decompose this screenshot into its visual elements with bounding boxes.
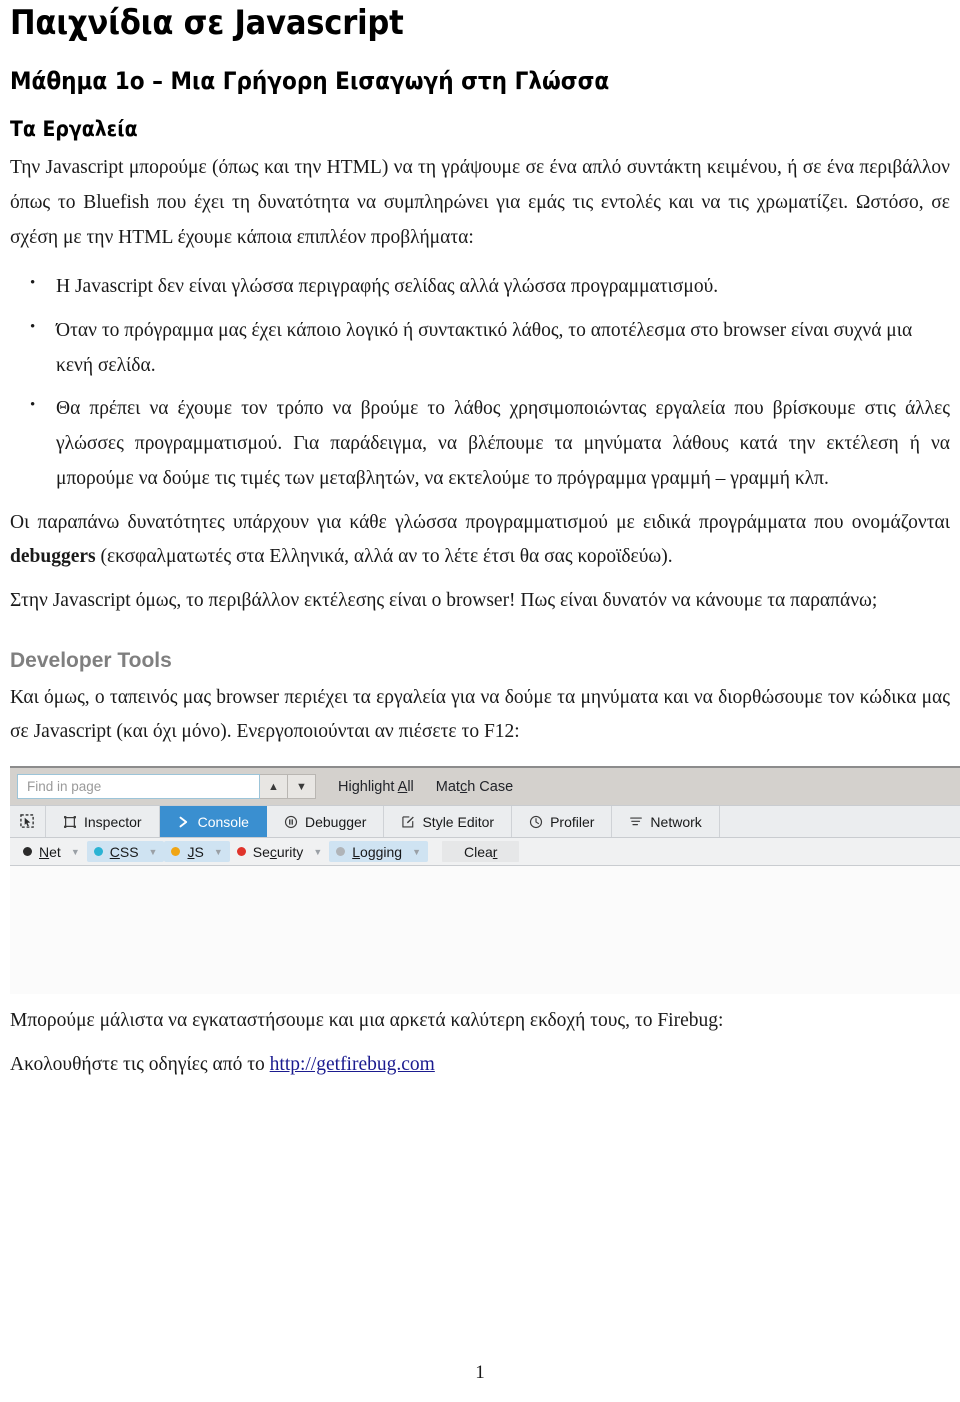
devtools-paragraph: Και όμως, ο ταπεινός μας browser περιέχε… xyxy=(10,686,950,743)
filter-net-post: et xyxy=(49,843,61,860)
filter-css-accel: C xyxy=(109,843,120,860)
chevron-up-icon[interactable]: ▲ xyxy=(260,774,288,800)
highlight-all-post: ll xyxy=(407,778,414,795)
clear-label: Clear xyxy=(464,844,497,860)
filter-logging-accel: L xyxy=(352,843,361,860)
filter-js-post: S xyxy=(194,843,204,860)
clear-console-button[interactable]: Clear xyxy=(442,841,520,863)
filter-security-pre: Se xyxy=(252,843,270,860)
find-options: Highlight All Match Case xyxy=(338,779,513,795)
filter-css-label: CSS xyxy=(110,844,139,860)
lesson-subtitle: Μάθημα 1ο – Μια Γρήγορη Εισαγωγή στη Γλώ… xyxy=(10,66,610,95)
debuggers-text-after: (εκσφαλματωτές στα Ελληνικά, αλλά αν το … xyxy=(95,546,673,568)
filter-css-post: SS xyxy=(119,843,139,860)
chevron-down-icon[interactable]: ▼ xyxy=(149,847,158,857)
clear-accel: r xyxy=(492,843,498,860)
chevron-down-icon[interactable]: ▼ xyxy=(412,847,421,857)
browser-paragraph: Στην Javascript όμως, το περιβάλλον εκτέ… xyxy=(10,589,878,611)
filter-js-label: JS xyxy=(187,844,203,860)
debuggers-text-before: Οι παραπάνω δυνατότητες υπάρχουν για κάθ… xyxy=(10,511,950,533)
filter-security-accel: c xyxy=(269,843,277,860)
filter-net-label: Net xyxy=(39,844,61,860)
filter-js[interactable]: JS ▼ xyxy=(164,841,230,863)
tab-debugger-label: Debugger xyxy=(304,813,367,830)
chevron-down-icon[interactable]: ▼ xyxy=(313,847,322,857)
page-number: 1 xyxy=(475,1362,485,1383)
debugger-pause-icon xyxy=(284,815,298,829)
list-item: Η Javascript δεν είναι γλώσσα περιγραφής… xyxy=(8,261,952,305)
filter-security-post: urity xyxy=(276,843,304,860)
document-page: Παιχνίδια σε Javascript Μάθημα 1ο – Μια … xyxy=(0,0,960,1402)
find-bar: Find in page ▲ ▼ Highlight All Match Cas… xyxy=(10,768,960,806)
find-input-placeholder: Find in page xyxy=(27,779,102,795)
list-item: Όταν το πρόγραμμα μας έχει κάποιο λογικό… xyxy=(8,305,952,383)
firebug-link-prefix: Ακολουθήστε τις οδηγίες από το xyxy=(10,1053,270,1075)
tab-profiler-label: Profiler xyxy=(550,813,595,830)
clear-pre: Clea xyxy=(464,843,493,860)
tab-style-editor[interactable]: Style Editor xyxy=(384,806,513,838)
filter-net-dot xyxy=(23,847,32,857)
tab-inspector-label: Inspector xyxy=(84,813,142,830)
tab-network-label: Network xyxy=(650,813,702,830)
find-input[interactable]: Find in page xyxy=(17,774,260,800)
section-heading-developer-tools: Developer Tools xyxy=(10,648,172,672)
list-item: Θα πρέπει να έχουμε τον τρόπο να βρούμε … xyxy=(8,383,952,496)
element-picker-button[interactable] xyxy=(10,806,46,838)
filter-logging[interactable]: Logging ▼ xyxy=(329,841,428,863)
tab-style-editor-label: Style Editor xyxy=(422,813,495,830)
firebug-link-paragraph: Ακολουθήστε τις οδηγίες από το http://ge… xyxy=(8,1039,952,1083)
filter-security-label: Security xyxy=(253,844,304,860)
filter-logging-dot xyxy=(336,847,346,857)
devtools-screenshot: Find in page ▲ ▼ Highlight All Match Cas… xyxy=(10,766,960,996)
filter-js-dot xyxy=(171,847,181,857)
chevron-down-icon[interactable]: ▼ xyxy=(214,847,223,857)
problems-bullet-list: Η Javascript δεν είναι γλώσσα περιγραφής… xyxy=(8,255,952,496)
console-filter-bar: Net ▼ CSS ▼ JS ▼ Security ▼ Logging ▼ Cl… xyxy=(10,838,960,867)
firebug-paragraph: Μπορούμε μάλιστα να εγκαταστήσουμε και μ… xyxy=(10,1010,724,1032)
chevron-down-icon[interactable]: ▼ xyxy=(71,847,80,857)
tabbar-spacer xyxy=(720,806,960,837)
element-picker-icon xyxy=(20,814,35,829)
profiler-clock-icon xyxy=(529,815,543,829)
style-editor-icon xyxy=(401,815,415,829)
debuggers-paragraph: Οι παραπάνω δυνατότητες υπάρχουν για κάθ… xyxy=(8,497,952,575)
inspector-icon xyxy=(63,815,77,829)
console-output-area[interactable] xyxy=(10,866,960,996)
network-icon xyxy=(629,815,643,829)
filter-logging-post: ogging xyxy=(360,843,403,860)
filter-logging-label: Logging xyxy=(352,844,402,860)
highlight-all-accel: A xyxy=(397,778,408,795)
match-case-button[interactable]: Match Case xyxy=(436,779,513,795)
page-title: Παιχνίδια σε Javascript xyxy=(10,3,404,43)
devtools-tabbar: Inspector Console Debugger Style Editor xyxy=(10,805,960,839)
filter-security[interactable]: Security ▼ xyxy=(230,841,330,862)
tab-network[interactable]: Network xyxy=(612,806,720,838)
tab-profiler[interactable]: Profiler xyxy=(512,806,613,838)
chevron-down-icon[interactable]: ▼ xyxy=(288,774,316,800)
debuggers-bold-term: debuggers xyxy=(10,546,96,568)
filter-net[interactable]: Net ▼ xyxy=(16,841,87,862)
find-nav-buttons: ▲ ▼ xyxy=(260,774,316,800)
filter-css[interactable]: CSS ▼ xyxy=(86,841,165,863)
tab-debugger[interactable]: Debugger xyxy=(267,806,385,838)
intro-paragraph: Την Javascript μπορούμε (όπως και την HT… xyxy=(10,157,950,248)
filter-css-dot xyxy=(93,847,103,857)
highlight-all-button[interactable]: Highlight All xyxy=(338,779,414,795)
tab-inspector[interactable]: Inspector xyxy=(46,806,160,838)
tab-console-label: Console xyxy=(197,813,249,830)
filter-net-accel: N xyxy=(39,843,50,860)
console-chevron-icon xyxy=(177,815,191,829)
section-heading-tools: Τα Εργαλεία xyxy=(10,117,138,142)
match-case-post: h Case xyxy=(467,778,514,795)
getfirebug-link[interactable]: http://getfirebug.com xyxy=(270,1054,435,1075)
tab-console[interactable]: Console xyxy=(159,806,267,838)
highlight-all-pre: Highlight xyxy=(338,778,398,795)
match-case-pre: Mat xyxy=(435,778,460,795)
filter-security-dot xyxy=(236,847,246,857)
